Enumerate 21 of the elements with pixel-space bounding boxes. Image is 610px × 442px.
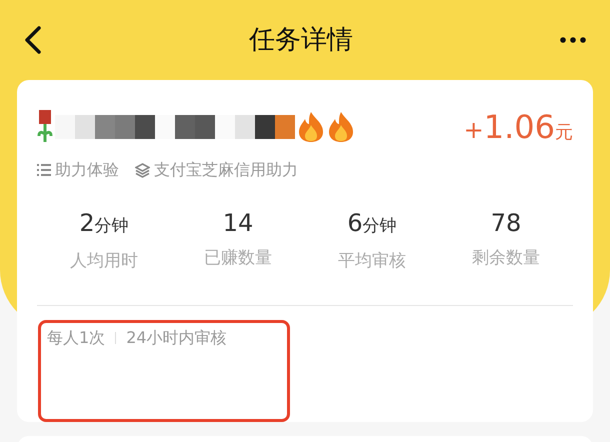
page-title: 任务详情 — [249, 24, 353, 56]
back-icon[interactable] — [24, 26, 42, 54]
stat-label: 已赚数量 — [204, 247, 272, 270]
stat-label: 剩余数量 — [472, 247, 540, 270]
stat-value: 2分钟 — [79, 208, 129, 239]
stat-value: 14 — [222, 208, 254, 238]
stat-value: 78 — [490, 208, 522, 238]
rose-icon — [37, 110, 53, 144]
tag-label: 助力体验 — [55, 159, 119, 181]
fire-icon — [297, 111, 325, 143]
stat-label: 平均审核 — [338, 250, 406, 273]
stat-label: 人均用时 — [70, 250, 138, 273]
rule-text: 24小时内审核 — [126, 326, 227, 348]
stat-value: 6分钟 — [347, 208, 397, 239]
tag-label: 支付宝芝麻信用助力 — [154, 159, 298, 181]
more-icon[interactable] — [560, 37, 586, 43]
layers-icon — [135, 162, 150, 178]
rule-text: 每人1次 — [47, 326, 106, 348]
list-icon — [37, 163, 51, 177]
fire-icon — [327, 111, 355, 143]
reward-amount: +1.06元 — [464, 107, 573, 148]
